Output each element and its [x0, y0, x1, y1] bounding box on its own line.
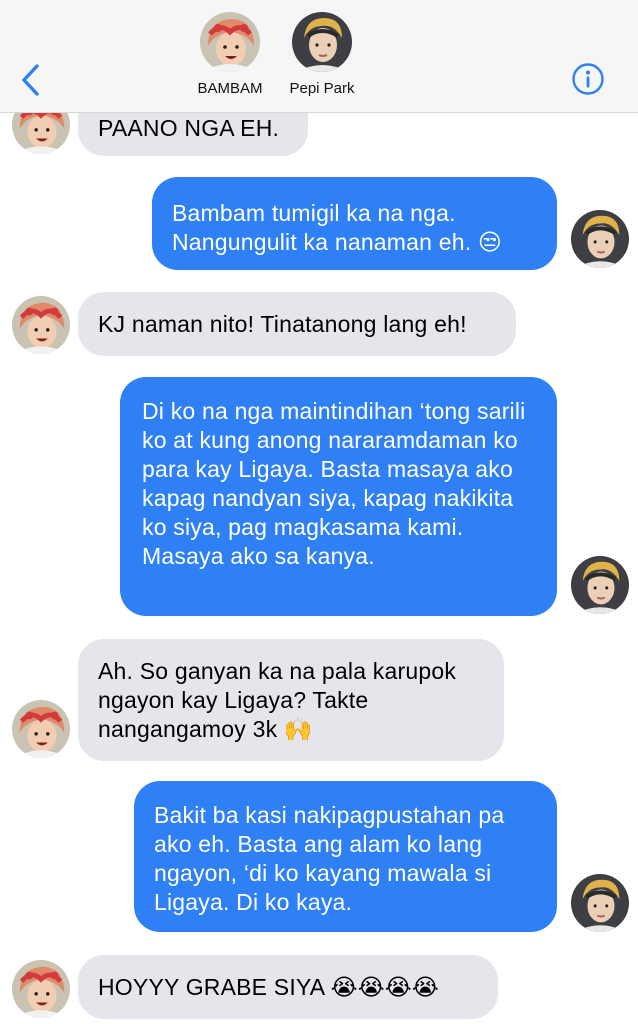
message-bubble-outgoing[interactable]: Di ko na nga maintindihan ‘tong sarili k…: [120, 377, 557, 616]
avatar[interactable]: [12, 960, 70, 1018]
info-button[interactable]: [572, 63, 604, 95]
message-text: Bambam tumigil ka na nga. Nangungulit ka…: [172, 200, 503, 255]
avatar: [200, 12, 260, 72]
avatar[interactable]: [571, 556, 629, 614]
avatar[interactable]: [12, 700, 70, 758]
contact-pepi-park[interactable]: Pepi Park: [277, 12, 367, 97]
message-bubble-outgoing[interactable]: Bambam tumigil ka na nga. Nangungulit ka…: [152, 177, 557, 270]
avatar: [292, 12, 352, 72]
back-button[interactable]: [16, 62, 44, 98]
avatar[interactable]: [12, 296, 70, 354]
message-text: KJ naman nito! Tinatanong lang eh!: [98, 311, 467, 337]
message-list[interactable]: PAANO NGA EH. Bambam tumigil ka na nga. …: [0, 0, 638, 1024]
chat-header: BAMBAM Pepi Park: [0, 0, 638, 113]
message-bubble-incoming[interactable]: KJ naman nito! Tinatanong lang eh!: [78, 292, 516, 356]
avatar[interactable]: [571, 874, 629, 932]
message-text: PAANO NGA EH.: [98, 115, 280, 141]
message-bubble-outgoing[interactable]: Bakit ba kasi nakipagpustahan pa ako eh.…: [134, 781, 557, 932]
avatar[interactable]: [571, 210, 629, 268]
contact-name: BAMBAM: [197, 80, 263, 97]
contact-bambam[interactable]: BAMBAM: [185, 12, 275, 97]
chevron-left-icon: [22, 64, 39, 96]
message-bubble-incoming[interactable]: HOYYY GRABE SIYA 😭😭😭😭: [78, 955, 498, 1019]
info-circle-icon: [572, 63, 604, 95]
message-text: Ah. So ganyan ka na pala karupok ngayon …: [98, 658, 457, 742]
message-text: Bakit ba kasi nakipagpustahan pa ako eh.…: [154, 802, 505, 915]
message-bubble-incoming[interactable]: Ah. So ganyan ka na pala karupok ngayon …: [78, 639, 504, 761]
contact-name: Pepi Park: [289, 80, 355, 97]
message-text: Di ko na nga maintindihan ‘tong sarili k…: [142, 398, 526, 569]
message-text: HOYYY GRABE SIYA 😭😭😭😭: [98, 974, 439, 1000]
